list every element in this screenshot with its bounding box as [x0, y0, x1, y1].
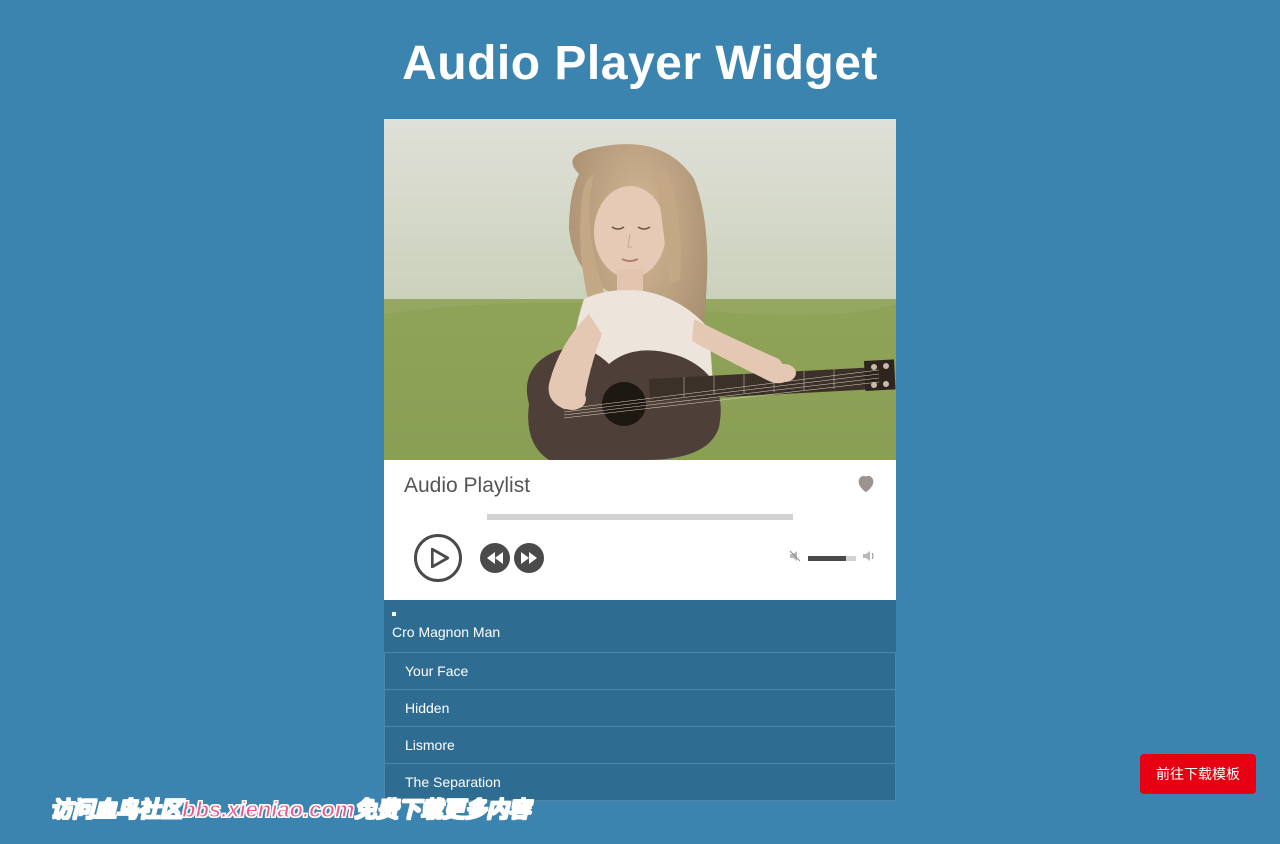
volume-slider[interactable] [808, 556, 856, 561]
playlist-item-active[interactable]: Cro Magnon Man [384, 600, 896, 652]
heart-icon[interactable] [856, 475, 876, 498]
forward-icon [521, 552, 537, 564]
track-title: Cro Magnon Man [392, 624, 500, 640]
track-title: Lismore [405, 737, 455, 753]
playlist-item[interactable]: Hidden [384, 689, 896, 726]
volume-down-icon[interactable] [788, 549, 802, 568]
progress-bar[interactable] [487, 514, 793, 520]
play-button[interactable] [414, 534, 462, 582]
volume-up-icon[interactable] [862, 549, 876, 568]
next-button[interactable] [514, 543, 544, 573]
track-title: The Separation [405, 774, 501, 790]
playlist-item[interactable]: Your Face [384, 652, 896, 689]
previous-button[interactable] [480, 543, 510, 573]
track-title: Your Face [405, 663, 468, 679]
play-icon [431, 548, 449, 568]
playlist-item[interactable]: Lismore [384, 726, 896, 763]
playlist: Cro Magnon Man Your Face Hidden Lismore … [384, 600, 896, 801]
playlist-title: Audio Playlist [404, 474, 530, 498]
volume-fill [808, 556, 846, 561]
page-title: Audio Player Widget [0, 0, 1280, 119]
playlist-item[interactable]: The Separation [384, 763, 896, 801]
audio-player-widget: Audio Playlist [384, 119, 896, 801]
album-art [384, 119, 896, 460]
track-title: Hidden [405, 700, 449, 716]
active-bullet-icon [392, 612, 396, 616]
rewind-icon [487, 552, 503, 564]
download-template-button[interactable]: 前往下载模板 [1140, 754, 1256, 794]
